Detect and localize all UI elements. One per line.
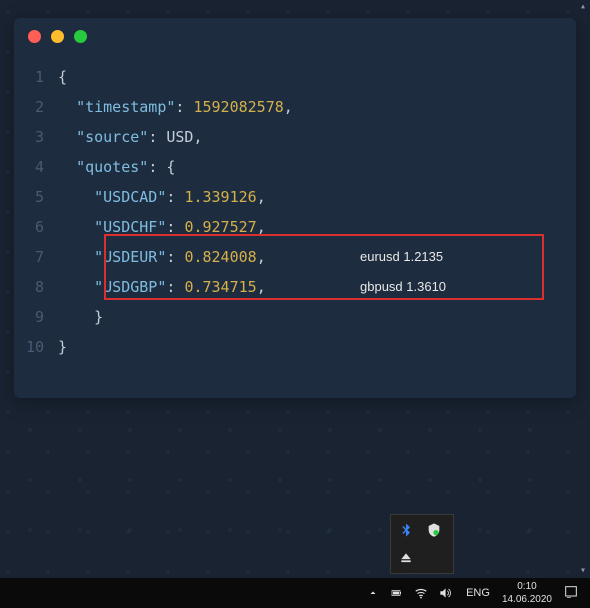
annotation-eurusd: eurusd 1.2135 (360, 242, 443, 272)
line-number: 9 (14, 302, 58, 332)
code-line-7: 7 "USDEUR": 0.824008, (14, 242, 576, 272)
code-line-2: 2 "timestamp": 1592082578, (14, 92, 576, 122)
code-line-1: 1 { (14, 62, 576, 92)
windows-taskbar[interactable]: ENG 0:10 14.06.2020 (0, 578, 590, 608)
scroll-up-arrow[interactable]: ▴ (576, 0, 590, 14)
code-line-9: 9 } (14, 302, 576, 332)
code-line-6: 6 "USDCHF": 0.927527, (14, 212, 576, 242)
window-titlebar (14, 18, 576, 54)
line-number: 2 (14, 92, 58, 122)
taskbar-time: 0:10 (502, 580, 552, 593)
notifications-icon[interactable] (558, 584, 584, 603)
wifi-icon[interactable] (414, 586, 428, 600)
scrollbar-vertical[interactable]: ▴ ▾ (576, 0, 590, 578)
minimize-icon[interactable] (51, 30, 64, 43)
taskbar-date: 14.06.2020 (502, 593, 552, 606)
eject-icon[interactable] (397, 549, 415, 567)
line-number: 8 (14, 272, 58, 302)
taskbar-clock[interactable]: 0:10 14.06.2020 (502, 580, 552, 606)
annotation-gbpusd: gbpusd 1.3610 (360, 272, 446, 302)
code-line-3: 3 "source": USD, (14, 122, 576, 152)
taskbar-language[interactable]: ENG (466, 587, 490, 599)
maximize-icon[interactable] (74, 30, 87, 43)
system-tray-popup[interactable] (390, 514, 454, 574)
line-number: 1 (14, 62, 58, 92)
line-number: 10 (14, 332, 58, 362)
battery-icon[interactable] (390, 586, 404, 600)
security-icon[interactable] (425, 521, 443, 539)
line-number: 6 (14, 212, 58, 242)
code-area[interactable]: 1 { 2 "timestamp": 1592082578, 3 "source… (14, 54, 576, 370)
line-number: 5 (14, 182, 58, 212)
line-number: 3 (14, 122, 58, 152)
bluetooth-icon[interactable] (397, 521, 415, 539)
code-line-10: 10 } (14, 332, 576, 362)
code-line-4: 4 "quotes": { (14, 152, 576, 182)
line-number: 4 (14, 152, 58, 182)
taskbar-tray-icons (366, 586, 452, 600)
code-line-8: 8 "USDGBP": 0.734715, (14, 272, 576, 302)
scroll-down-arrow[interactable]: ▾ (576, 564, 590, 578)
volume-icon[interactable] (438, 586, 452, 600)
close-icon[interactable] (28, 30, 41, 43)
code-editor-window: 1 { 2 "timestamp": 1592082578, 3 "source… (14, 18, 576, 398)
line-number: 7 (14, 242, 58, 272)
chevron-up-icon[interactable] (366, 586, 380, 600)
code-line-5: 5 "USDCAD": 1.339126, (14, 182, 576, 212)
